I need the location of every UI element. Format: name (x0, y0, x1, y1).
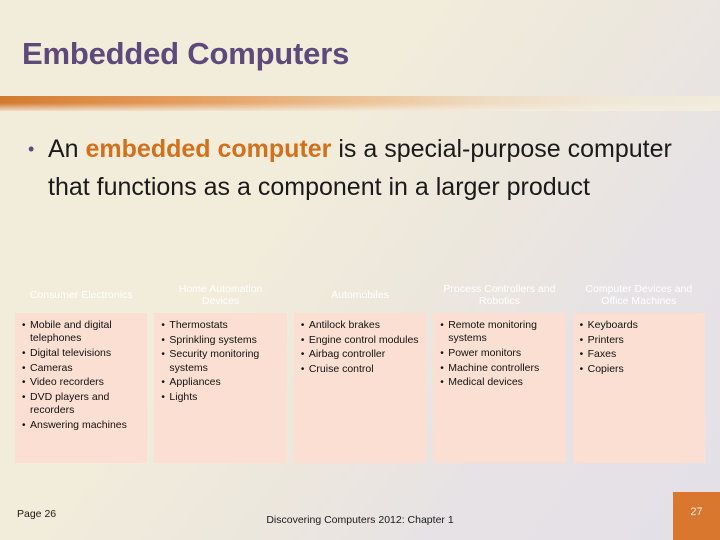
column-item-list: Keyboards Printers Faxes Copiers (580, 319, 698, 377)
list-item: Engine control modules (301, 334, 419, 347)
list-item: Antilock brakes (301, 319, 419, 332)
bullet-text-highlight: embedded computer (85, 135, 332, 163)
column-body: Remote monitoring systems Power monitors… (433, 313, 566, 463)
title-divider-band (0, 96, 720, 111)
bullet-item: • An embedded computer is a special-purp… (22, 130, 688, 206)
list-item: Medical devices (440, 376, 558, 389)
list-item: Printers (580, 334, 698, 347)
page-title: Embedded Computers (22, 36, 350, 71)
column-item-list: Mobile and digital telephones Digital te… (22, 319, 140, 432)
slide-number: 27 (690, 506, 703, 518)
list-item: Faxes (580, 348, 698, 361)
list-item: Cruise control (301, 363, 419, 376)
column-item-list: Remote monitoring systems Power monitors… (440, 319, 558, 390)
column-body: Keyboards Printers Faxes Copiers (572, 313, 706, 463)
footer-center-text: Discovering Computers 2012: Chapter 1 (266, 514, 454, 526)
list-item: Machine controllers (440, 362, 558, 375)
list-item: Sprinkling systems (161, 334, 279, 347)
slide: Embedded Computers • An embedded compute… (0, 0, 720, 540)
table-column-computer-devices-and-office-machines: Computer Devices and Office Machines Key… (572, 277, 706, 463)
title-area: Embedded Computers (0, 0, 720, 96)
list-item: Remote monitoring systems (440, 319, 558, 345)
list-item: Appliances (161, 376, 279, 389)
table-column-automobiles: Automobiles Antilock brakes Engine contr… (293, 277, 427, 463)
column-body: Thermostats Sprinkling systems Security … (154, 313, 287, 463)
bullet-text: An embedded computer is a special-purpos… (48, 130, 688, 206)
column-header: Home Automation Devices (178, 282, 263, 308)
list-item: DVD players and recorders (22, 391, 140, 417)
body-bullets: • An embedded computer is a special-purp… (22, 130, 688, 206)
column-item-list: Antilock brakes Engine control modules A… (301, 319, 419, 377)
column-header: Consumer Electronics (29, 288, 133, 301)
slide-number-box: 27 (673, 492, 720, 540)
list-item: Cameras (22, 362, 140, 375)
table-column-home-automation-devices: Home Automation Devices Thermostats Spri… (154, 277, 287, 463)
column-header: Process Controllers and Robotics (443, 282, 556, 308)
list-item: Mobile and digital telephones (22, 319, 140, 345)
list-item: Keyboards (580, 319, 698, 332)
list-item: Power monitors (440, 347, 558, 360)
list-item: Video recorders (22, 376, 140, 389)
bullet-text-prefix: An (48, 135, 86, 163)
table-column-consumer-electronics: Consumer Electronics Mobile and digital … (15, 277, 148, 463)
column-body: Antilock brakes Engine control modules A… (293, 313, 427, 463)
list-item: Lights (161, 391, 279, 404)
list-item: Airbag controller (301, 348, 419, 361)
list-item: Thermostats (161, 319, 279, 332)
column-item-list: Thermostats Sprinkling systems Security … (161, 319, 279, 404)
list-item: Security monitoring systems (161, 348, 279, 374)
column-header: Computer Devices and Office Machines (585, 282, 693, 308)
embedded-computers-table: Consumer Electronics Mobile and digital … (15, 277, 706, 463)
bullet-marker-icon: • (28, 139, 35, 159)
list-item: Answering machines (22, 419, 140, 432)
column-body: Mobile and digital telephones Digital te… (15, 313, 148, 463)
list-item: Digital televisions (22, 347, 140, 360)
table-column-process-controllers-and-robotics: Process Controllers and Robotics Remote … (433, 277, 566, 463)
column-header: Automobiles (331, 288, 389, 301)
list-item: Copiers (580, 363, 698, 376)
